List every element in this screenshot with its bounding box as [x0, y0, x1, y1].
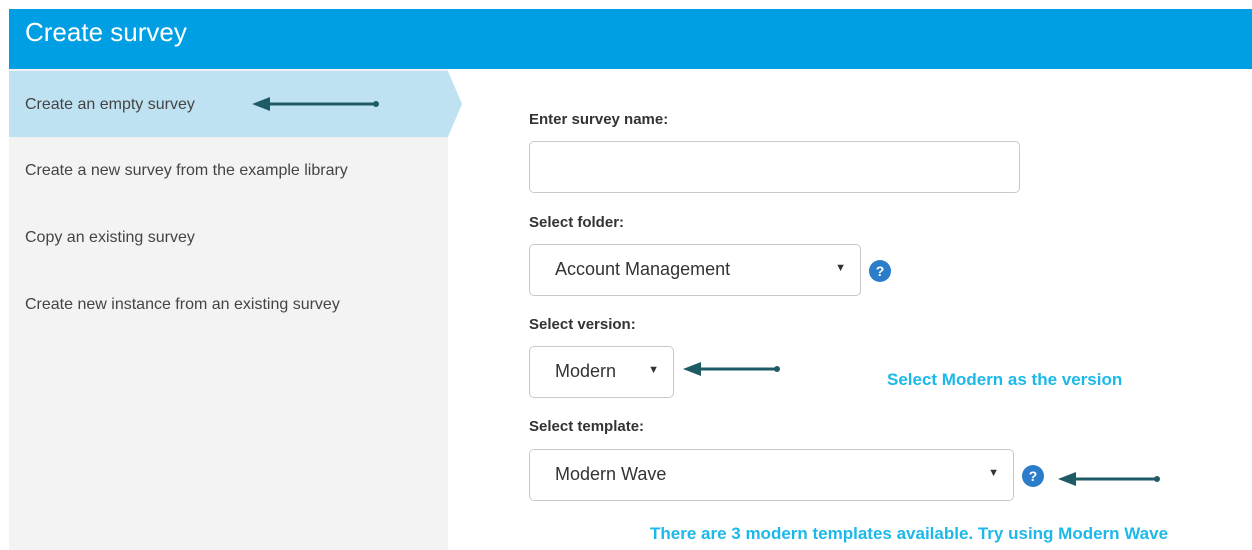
template-selected-value: Modern Wave	[555, 464, 667, 484]
survey-name-label: Enter survey name:	[529, 111, 669, 128]
version-label: Select version:	[529, 316, 636, 333]
sidebar-item-label: Create new instance from an existing sur…	[25, 296, 340, 313]
chevron-down-icon: ▼	[648, 364, 659, 376]
version-select[interactable]: Modern ▼	[529, 346, 674, 398]
pointer-arrow-icon	[252, 97, 379, 111]
help-icon[interactable]: ?	[869, 260, 891, 282]
sidebar-item-label: Copy an existing survey	[25, 229, 195, 246]
chevron-down-icon: ▼	[835, 262, 846, 274]
page-title: Create survey	[25, 17, 187, 47]
sidebar: Create an empty survey Create a new surv…	[9, 69, 462, 550]
folder-select[interactable]: Account Management ▼	[529, 244, 861, 296]
folder-label: Select folder:	[529, 214, 625, 231]
version-annotation: Select Modern as the version	[887, 370, 1123, 389]
template-select[interactable]: Modern Wave ▼	[529, 449, 1014, 501]
folder-selected-value: Account Management	[555, 259, 731, 279]
active-pointer	[448, 71, 462, 137]
template-label: Select template:	[529, 418, 645, 435]
sidebar-item-label: Create an empty survey	[25, 96, 195, 113]
sidebar-item-example-library[interactable]: Create a new survey from the example lib…	[9, 157, 448, 187]
template-annotation: There are 3 modern templates available. …	[650, 524, 1169, 543]
sidebar-item-label: Create a new survey from the example lib…	[25, 162, 348, 179]
sidebar-item-create-empty-survey[interactable]: Create an empty survey	[9, 71, 462, 137]
help-icon[interactable]: ?	[1022, 465, 1044, 487]
chevron-down-icon: ▼	[988, 467, 999, 479]
survey-name-input[interactable]	[529, 141, 1020, 193]
page-header: Create survey	[9, 9, 1252, 69]
version-selected-value: Modern	[555, 361, 617, 381]
pointer-arrow-icon	[1058, 472, 1160, 486]
sidebar-item-copy-existing-survey[interactable]: Copy an existing survey	[9, 224, 448, 254]
sidebar-item-new-instance[interactable]: Create new instance from an existing sur…	[9, 291, 448, 321]
pointer-arrow-icon	[683, 362, 780, 376]
